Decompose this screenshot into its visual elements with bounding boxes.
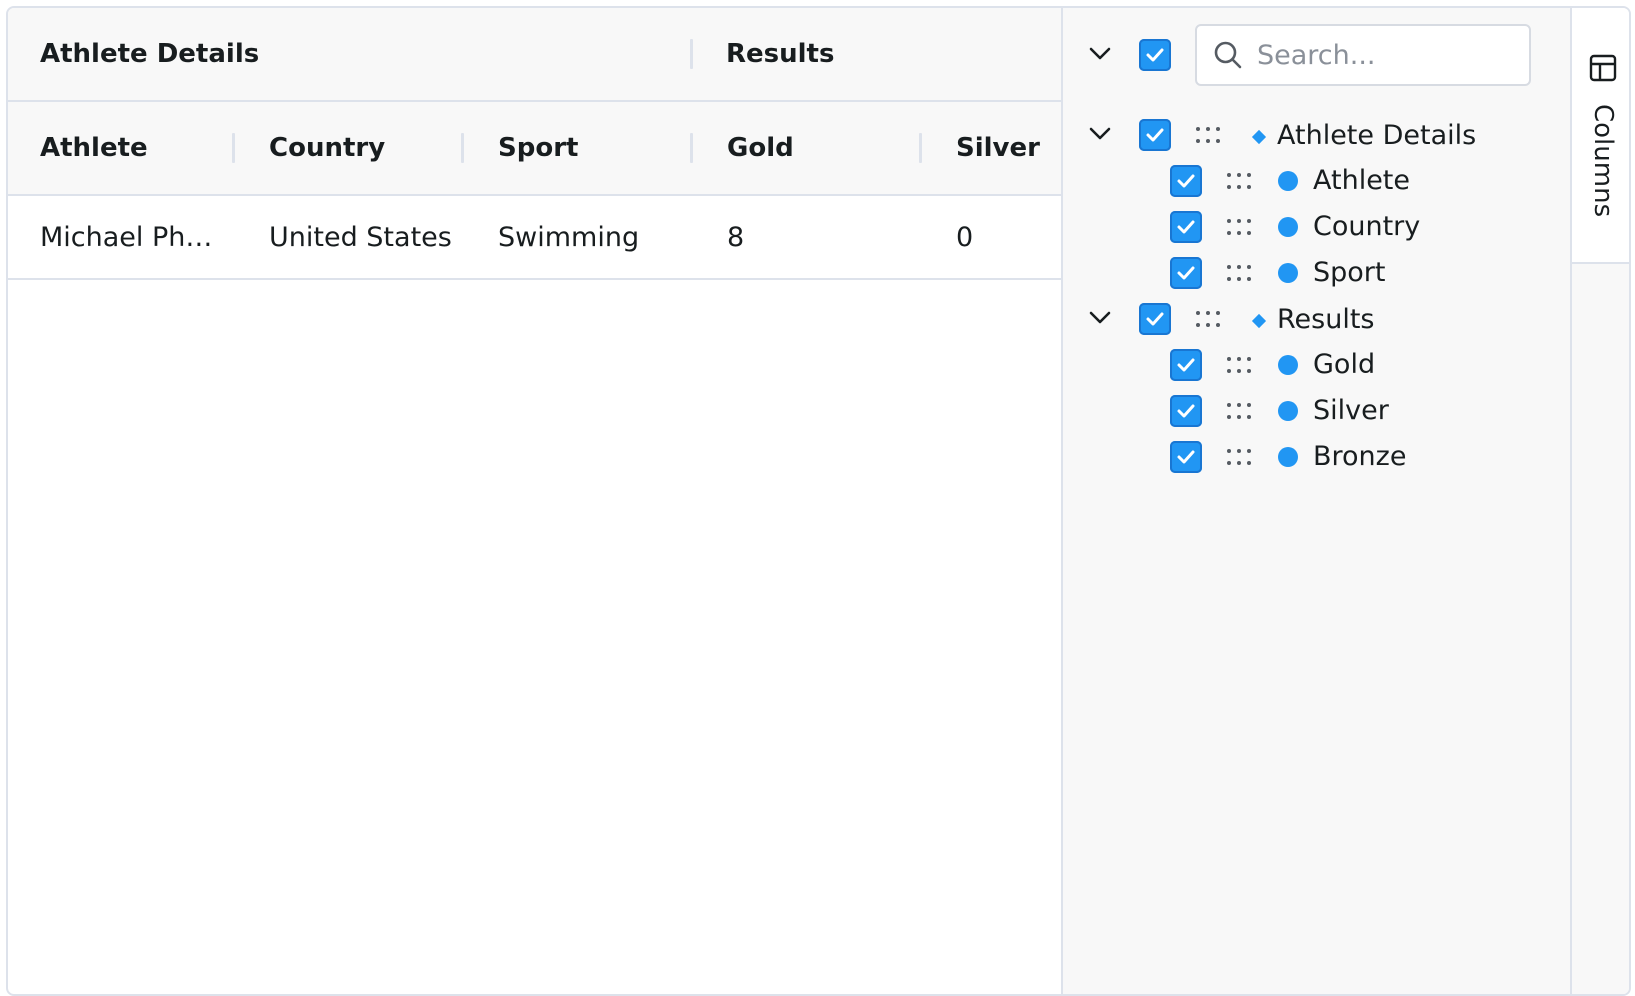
column-header-country[interactable]: Country [237, 102, 464, 194]
drag-handle-icon[interactable] [1195, 310, 1221, 328]
drag-handle-icon[interactable] [1226, 172, 1252, 190]
select-all-checkbox[interactable] [1139, 39, 1171, 71]
group-header-label: Results [726, 39, 835, 69]
drag-handle-icon[interactable] [1226, 402, 1252, 420]
column-header-label: Country [269, 133, 386, 163]
column-resize-handle[interactable] [232, 133, 235, 163]
cell-value: 8 [727, 221, 745, 253]
check-icon [1146, 48, 1164, 62]
column-header-gold[interactable]: Gold [695, 102, 922, 194]
column-header-label: Silver [956, 133, 1040, 163]
column-dot-icon [1278, 401, 1298, 421]
group-header-row: Athlete Details Results [8, 8, 1061, 102]
cell-sport[interactable]: Swimming [466, 196, 693, 278]
drag-handle-icon[interactable] [1226, 356, 1252, 374]
column-resize-handle[interactable] [690, 39, 693, 69]
column-label[interactable]: Gold [1313, 349, 1375, 381]
column-resize-handle[interactable] [461, 133, 464, 163]
drag-handle-icon[interactable] [1195, 126, 1221, 144]
check-icon [1177, 450, 1195, 464]
drag-handle-icon[interactable] [1226, 218, 1252, 236]
group-header-athlete-details[interactable]: Athlete Details [8, 8, 692, 100]
column-label[interactable]: Sport [1313, 257, 1385, 289]
cell-country[interactable]: United States [237, 196, 464, 278]
cell-value: Swimming [498, 221, 640, 253]
check-icon [1177, 404, 1195, 418]
cell-value: 0 [956, 221, 974, 253]
side-bar: Columns [1570, 8, 1629, 994]
drag-handle-icon[interactable] [1226, 264, 1252, 282]
column-checkbox-country[interactable] [1170, 211, 1202, 243]
column-header-label: Sport [498, 133, 579, 163]
column-header-athlete[interactable]: Athlete [8, 102, 235, 194]
column-checkbox-sport[interactable] [1170, 257, 1202, 289]
column-dot-icon [1278, 263, 1298, 283]
column-checkbox-bronze[interactable] [1170, 441, 1202, 473]
column-header-label: Gold [727, 133, 794, 163]
check-icon [1177, 174, 1195, 188]
cell-athlete[interactable]: Michael Phelps [8, 196, 235, 278]
columns-tool-panel: Athlete Details Athlete Country Sport Re… [1061, 8, 1570, 994]
cell-value: Michael Phelps [40, 221, 215, 253]
column-checkbox-athlete[interactable] [1170, 165, 1202, 197]
column-checkbox-gold[interactable] [1170, 349, 1202, 381]
column-label[interactable]: Country [1313, 211, 1420, 243]
columns-side-label: Columns [1588, 104, 1618, 218]
search-icon [1213, 40, 1243, 70]
group-collapse-chevron-icon[interactable] [1086, 304, 1114, 332]
group-checkbox-athlete-details[interactable] [1139, 119, 1171, 151]
expand-all-chevron-icon[interactable] [1086, 40, 1114, 68]
column-search-field[interactable] [1195, 24, 1531, 86]
table-row[interactable]: Michael Phelps United States Swimming 8 … [8, 196, 1061, 280]
grid-container: Athlete Details Results Athlete Country … [6, 6, 1631, 996]
search-input[interactable] [1255, 38, 1509, 72]
check-icon [1177, 266, 1195, 280]
column-label[interactable]: Athlete [1313, 165, 1410, 197]
cell-gold[interactable]: 8 [695, 196, 922, 278]
column-dot-icon [1278, 447, 1298, 467]
group-label[interactable]: Athlete Details [1277, 120, 1476, 152]
column-label[interactable]: Bronze [1313, 441, 1406, 473]
column-header-sport[interactable]: Sport [466, 102, 693, 194]
check-icon [1177, 220, 1195, 234]
check-icon [1146, 128, 1164, 142]
group-label[interactable]: Results [1277, 304, 1375, 336]
column-header-label: Athlete [40, 133, 148, 163]
column-dot-icon [1278, 171, 1298, 191]
group-checkbox-results[interactable] [1139, 303, 1171, 335]
column-header-silver[interactable]: Silver [924, 102, 1061, 194]
column-header-row: Athlete Country Sport Gold Silver [8, 102, 1061, 196]
column-dot-icon [1278, 355, 1298, 375]
column-resize-handle[interactable] [919, 133, 922, 163]
group-header-label: Athlete Details [40, 39, 260, 69]
columns-side-button[interactable]: Columns [1572, 8, 1629, 264]
column-dot-icon [1278, 217, 1298, 237]
columns-icon [1589, 54, 1617, 82]
group-diamond-icon [1251, 313, 1267, 329]
check-icon [1177, 358, 1195, 372]
cell-value: United States [269, 221, 452, 253]
group-header-results[interactable]: Results [694, 8, 1061, 100]
column-resize-handle[interactable] [690, 133, 693, 163]
data-grid: Athlete Details Results Athlete Country … [8, 8, 1061, 994]
check-icon [1146, 312, 1164, 326]
group-collapse-chevron-icon[interactable] [1086, 120, 1114, 148]
cell-silver[interactable]: 0 [924, 196, 1061, 278]
drag-handle-icon[interactable] [1226, 448, 1252, 466]
column-label[interactable]: Silver [1313, 395, 1389, 427]
column-checkbox-silver[interactable] [1170, 395, 1202, 427]
group-diamond-icon [1251, 129, 1267, 145]
